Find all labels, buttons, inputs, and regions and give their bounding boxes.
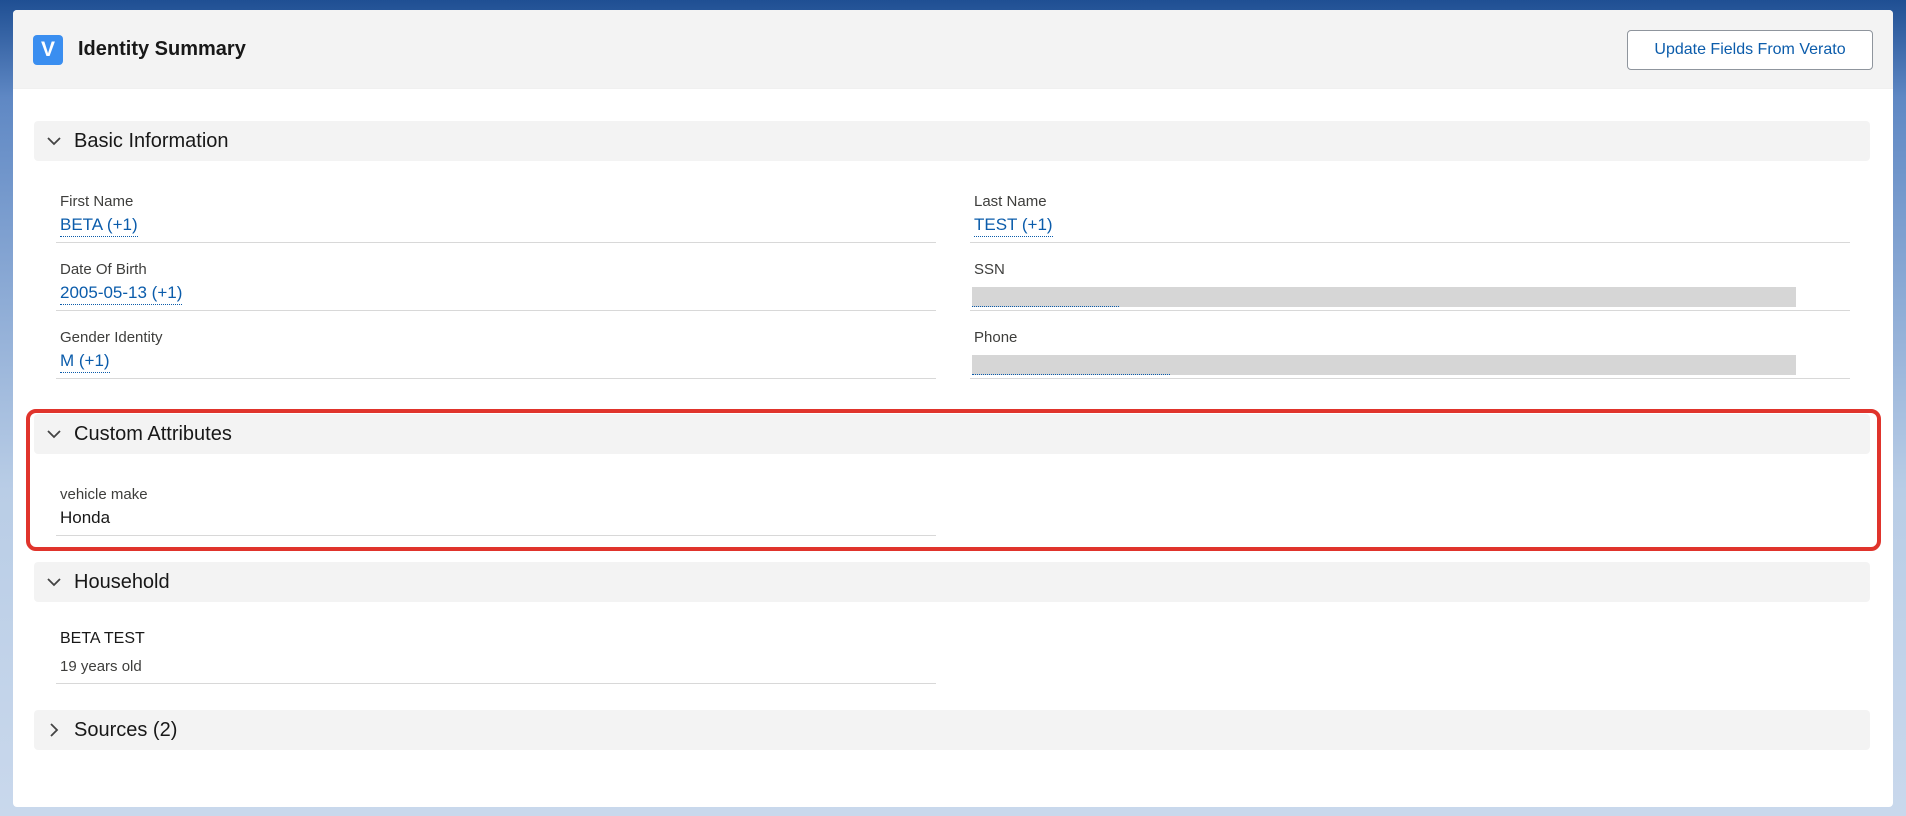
- update-fields-button[interactable]: Update Fields From Verato: [1627, 30, 1873, 70]
- phone-redacted-value: [972, 355, 1796, 375]
- verato-logo-icon: V: [33, 35, 63, 65]
- chevron-right-icon: [46, 722, 62, 738]
- field-label: Last Name: [974, 193, 1047, 210]
- field-label: Phone: [974, 329, 1018, 346]
- field-label: SSN: [974, 261, 1005, 278]
- field-label: First Name: [60, 193, 134, 210]
- section-basic-information[interactable]: Basic Information: [34, 121, 1870, 161]
- gender-identity-value[interactable]: M (+1): [60, 351, 110, 373]
- last-name-value[interactable]: TEST (+1): [974, 215, 1053, 237]
- card-header: V Identity Summary Update Fields From Ve…: [13, 10, 1893, 89]
- chevron-down-icon: [46, 426, 62, 442]
- field-label: vehicle make: [60, 486, 148, 503]
- first-name-value[interactable]: BETA (+1): [60, 215, 138, 237]
- section-title: Household: [74, 570, 170, 593]
- divider: [56, 242, 936, 243]
- household-member: BETA TEST 19 years old: [56, 630, 936, 684]
- divider: [970, 310, 1850, 311]
- divider: [970, 378, 1850, 379]
- divider: [56, 683, 936, 684]
- vehicle-make-value: Honda: [60, 508, 111, 527]
- divider: [970, 242, 1850, 243]
- household-member-name: BETA TEST: [60, 630, 145, 647]
- section-sources[interactable]: Sources (2): [34, 710, 1870, 750]
- section-custom-attributes[interactable]: Custom Attributes: [34, 414, 1870, 454]
- ssn-link-underline[interactable]: [972, 306, 1119, 307]
- household-member-age: 19 years old: [60, 658, 142, 675]
- divider: [56, 310, 936, 311]
- ssn-redacted-value: [972, 287, 1796, 307]
- page-title: Identity Summary: [78, 38, 246, 60]
- divider: [56, 378, 936, 379]
- chevron-down-icon: [46, 133, 62, 149]
- chevron-down-icon: [46, 574, 62, 590]
- phone-link-underline[interactable]: [972, 374, 1170, 375]
- divider: [56, 535, 936, 536]
- identity-summary-card: V Identity Summary Update Fields From Ve…: [13, 10, 1893, 807]
- section-title: Custom Attributes: [74, 422, 232, 445]
- section-title: Basic Information: [74, 129, 229, 152]
- field-label: Gender Identity: [60, 329, 163, 346]
- section-title: Sources (2): [74, 718, 178, 741]
- section-household[interactable]: Household: [34, 562, 1870, 602]
- date-of-birth-value[interactable]: 2005-05-13 (+1): [60, 283, 183, 305]
- field-label: Date Of Birth: [60, 261, 147, 278]
